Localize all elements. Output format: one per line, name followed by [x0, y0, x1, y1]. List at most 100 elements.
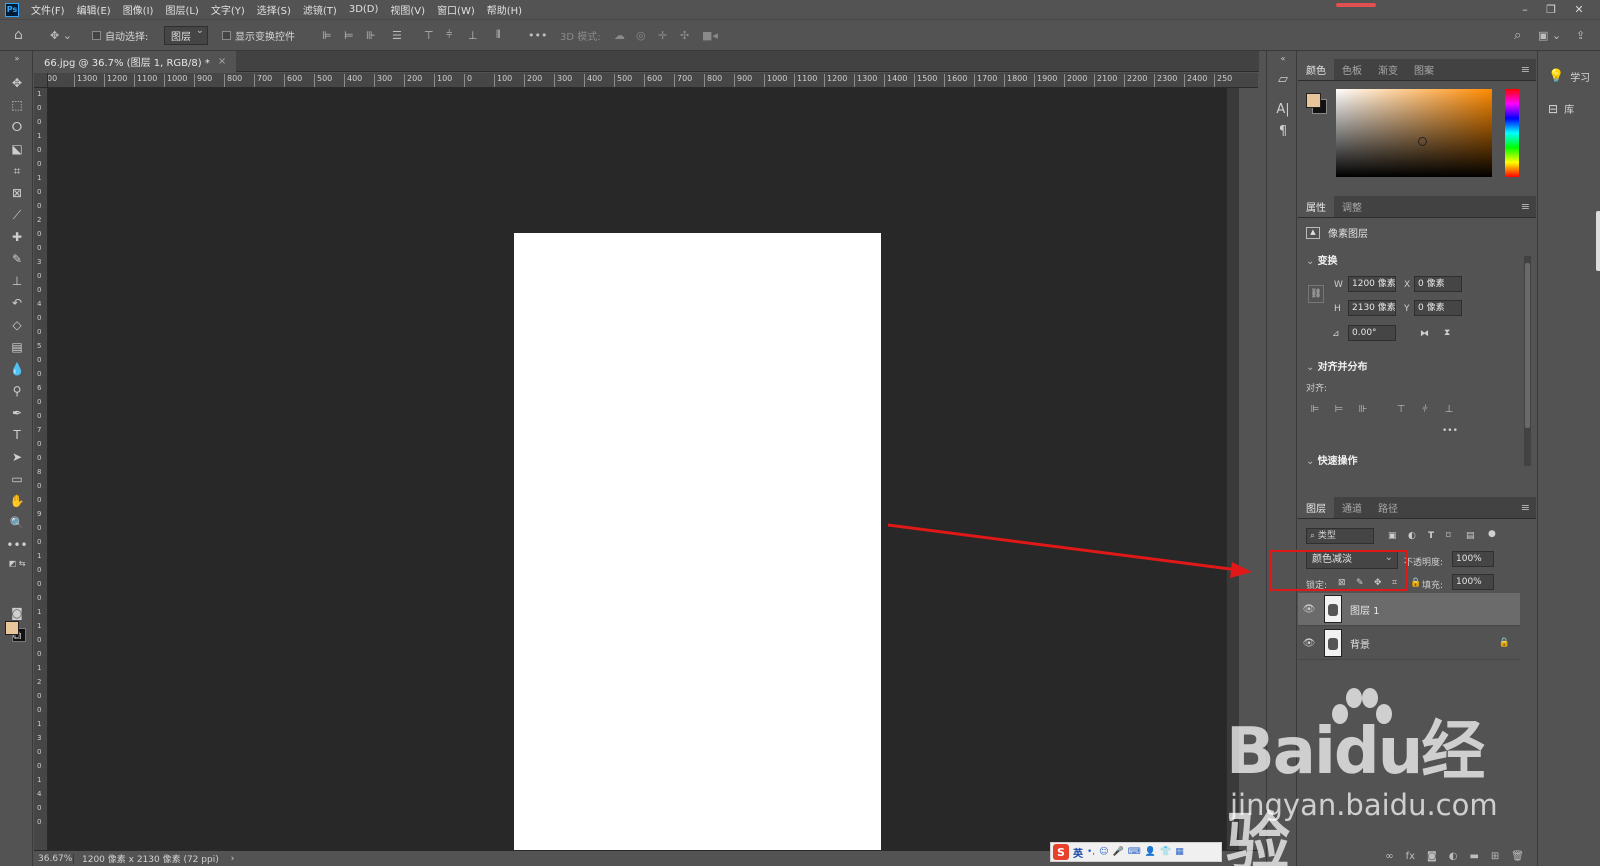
healing-brush-tool-icon[interactable]: ✚: [6, 227, 28, 247]
ime-punctuation-icon[interactable]: •,: [1087, 847, 1095, 857]
color-picker-cursor[interactable]: [1418, 137, 1427, 146]
minimize-icon[interactable]: –: [1512, 0, 1538, 19]
color-panel-menu-icon[interactable]: ≡: [1521, 63, 1530, 76]
3d-camera-icon[interactable]: ■◂: [702, 20, 718, 50]
frame-tool-icon[interactable]: ⊠: [6, 183, 28, 203]
ime-toolbox-icon[interactable]: ▦: [1175, 847, 1184, 857]
status-menu-arrow-icon[interactable]: ›: [231, 854, 235, 864]
ime-user-icon[interactable]: 👤: [1145, 847, 1156, 857]
document-tab[interactable]: 66.jpg @ 36.7% (图层 1, RGB/8) * ×: [34, 51, 237, 72]
auto-select-check-icon[interactable]: [92, 30, 101, 40]
eraser-tool-icon[interactable]: ◇: [6, 315, 28, 335]
ruler-horizontal[interactable]: 00 1300 1200 1100 1000 900 800 700 600 500 400 300 2…: [48, 73, 1258, 88]
menu-file[interactable]: 文件(F): [25, 2, 71, 17]
properties-panel-menu-icon[interactable]: ≡: [1521, 200, 1530, 213]
3d-orbit-icon[interactable]: ☁: [614, 20, 625, 50]
menu-3d[interactable]: 3D(D): [343, 4, 385, 15]
libraries-panel-button[interactable]: ⊟ 库: [1548, 101, 1574, 117]
show-transform-checkbox[interactable]: 显示变换控件: [222, 20, 295, 50]
type-tool-icon[interactable]: T: [6, 425, 28, 445]
delete-layer-icon[interactable]: 🗑: [1511, 851, 1524, 862]
lock-artboard-icon[interactable]: ⌗: [1392, 578, 1397, 588]
collapse-arrows-icon[interactable]: «: [1273, 53, 1293, 63]
auto-select-target-dropdown[interactable]: 图层: [164, 25, 208, 45]
character-panel-icon[interactable]: A|: [1273, 99, 1293, 119]
panel-align-right-icon[interactable]: ⊪: [1356, 402, 1370, 416]
filter-toggle-icon[interactable]: ●: [1488, 529, 1496, 539]
brush-tool-icon[interactable]: ✎: [6, 249, 28, 269]
tab-patterns[interactable]: 图案: [1406, 58, 1442, 80]
marquee-tool-icon[interactable]: ⬚: [6, 95, 28, 115]
align-bottom-edges-icon[interactable]: ⊥: [468, 20, 478, 50]
ime-skin-icon[interactable]: 👕: [1160, 847, 1171, 857]
align-right-edges-icon[interactable]: ⊪: [366, 20, 376, 50]
panel-align-left-icon[interactable]: ⊫: [1308, 402, 1322, 416]
lock-position-icon[interactable]: ✥: [1374, 578, 1382, 588]
ruler-vertical[interactable]: 1 0 0 1 0 0 1 0 0 2 0 0 3 0 0 4 0 0 5 0 0 6 0 0 7 0 0 8 0 0 9 0 0 1 0 0 0 1 1 0…: [34, 88, 48, 850]
align-top-edges-icon[interactable]: ⊤: [424, 20, 434, 50]
home-icon[interactable]: ⌂: [14, 20, 23, 50]
panel-align-center-icon[interactable]: ⊨: [1332, 402, 1346, 416]
pen-tool-icon[interactable]: ✒: [6, 403, 28, 423]
ime-voice-icon[interactable]: 🎤: [1113, 847, 1124, 857]
menu-edit[interactable]: 编辑(E): [71, 2, 117, 17]
3d-pan-icon[interactable]: ✛: [658, 20, 667, 50]
panel-align-middle-icon[interactable]: ⫩: [1418, 402, 1432, 416]
history-panel-icon[interactable]: ⏥: [1273, 69, 1293, 89]
tab-channels[interactable]: 通道: [1334, 496, 1370, 518]
menu-help[interactable]: 帮助(H): [481, 2, 528, 17]
history-brush-tool-icon[interactable]: ↶: [6, 293, 28, 313]
ime-mode-label[interactable]: 英: [1073, 845, 1083, 860]
zoom-level[interactable]: 36.67%: [34, 853, 74, 864]
lock-all-icon[interactable]: 🔒: [1410, 578, 1421, 588]
ruler-origin[interactable]: [34, 73, 48, 88]
canvas-area[interactable]: [48, 88, 1226, 866]
auto-select-checkbox[interactable]: 自动选择:: [92, 20, 148, 50]
layer-lock-icon[interactable]: 🔒: [1499, 638, 1510, 648]
tab-swatches[interactable]: 色板: [1334, 58, 1370, 80]
menu-filter[interactable]: 滤镜(T): [297, 2, 343, 17]
properties-scrollbar-thumb[interactable]: [1525, 263, 1530, 428]
visibility-eye-icon[interactable]: 👁: [1298, 638, 1320, 649]
workspace-icon[interactable]: ▣ ⌄: [1538, 20, 1561, 50]
blend-mode-dropdown[interactable]: 颜色减淡: [1306, 550, 1398, 569]
lasso-tool-icon[interactable]: ⵔ: [6, 117, 28, 137]
ime-keyboard-icon[interactable]: ⌨: [1128, 847, 1141, 857]
3d-slide-icon[interactable]: ✣: [680, 20, 689, 50]
layer-row[interactable]: 👁 背景 🔒: [1298, 627, 1520, 660]
tab-gradients[interactable]: 渐变: [1370, 58, 1406, 80]
canvas-vertical-scrollbar[interactable]: [1226, 88, 1239, 850]
layer-filter-dropdown[interactable]: ⌕ 类型: [1306, 528, 1374, 544]
ime-toolbar[interactable]: S 英 •, ☺ 🎤 ⌨ 👤 👕 ▦: [1050, 842, 1222, 862]
layer-row[interactable]: 👁 图层 1: [1298, 593, 1520, 626]
tab-adjustments[interactable]: 调整: [1334, 195, 1370, 217]
new-layer-icon[interactable]: ⊞: [1491, 851, 1499, 862]
filter-pixel-icon[interactable]: ▣: [1388, 531, 1397, 541]
tab-paths[interactable]: 路径: [1370, 496, 1406, 518]
menu-type[interactable]: 文字(Y): [205, 2, 251, 17]
layer-style-icon[interactable]: fx: [1406, 851, 1415, 862]
tab-color[interactable]: 颜色: [1298, 58, 1334, 80]
link-dimensions-icon[interactable]: ⛓: [1308, 285, 1324, 303]
lock-image-icon[interactable]: ✎: [1356, 578, 1364, 588]
align-vertical-centers-icon[interactable]: ⫩: [446, 20, 452, 50]
menu-view[interactable]: 视图(V): [384, 2, 431, 17]
align-more-icon[interactable]: •••: [1442, 426, 1458, 436]
panel-align-top-icon[interactable]: ⊤: [1394, 402, 1408, 416]
show-transform-check-icon[interactable]: [222, 30, 231, 40]
menu-select[interactable]: 选择(S): [251, 2, 297, 17]
share-icon[interactable]: ⇪: [1576, 20, 1585, 50]
flip-vertical-icon[interactable]: ⧗: [1444, 328, 1450, 338]
ime-emoji-icon[interactable]: ☺: [1099, 847, 1108, 857]
dodge-tool-icon[interactable]: ⚲: [6, 381, 28, 401]
distribute-vertical-icon[interactable]: ☰: [392, 20, 402, 50]
filter-shape-icon[interactable]: ⌑: [1446, 531, 1451, 541]
flip-horizontal-icon[interactable]: ⧓: [1420, 329, 1429, 339]
filter-adjustment-icon[interactable]: ◐: [1408, 531, 1416, 541]
opacity-field[interactable]: 100%: [1452, 551, 1494, 567]
side-scroll-tab[interactable]: [1596, 211, 1600, 271]
menu-image[interactable]: 图像(I): [117, 2, 160, 17]
path-selection-tool-icon[interactable]: ➤: [6, 447, 28, 467]
distribute-horizontal-icon[interactable]: ⫴: [496, 20, 501, 50]
move-tool-icon[interactable]: ✥: [6, 73, 28, 93]
